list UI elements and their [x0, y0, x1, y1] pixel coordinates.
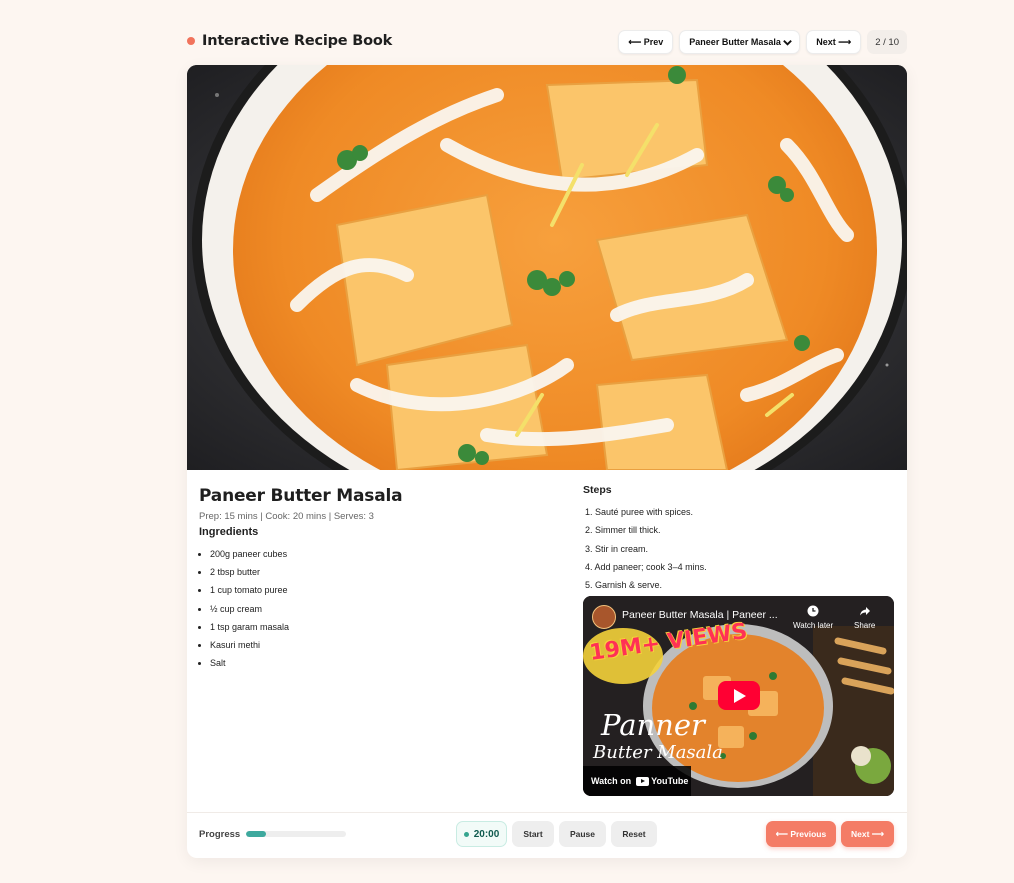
brand: Interactive Recipe Book — [187, 33, 392, 49]
channel-avatar[interactable] — [592, 605, 616, 629]
overlay-title-line2: Butter Masala — [593, 742, 723, 763]
brand-dot-icon — [187, 37, 195, 45]
reset-button[interactable]: Reset — [611, 821, 657, 847]
footer-bar: Progress 20:00 Start Pause Reset ⟵ Previ… — [187, 812, 907, 858]
recipe-meta: Prep: 15 mins | Cook: 20 mins | Serves: … — [199, 511, 374, 522]
ingredient-item: 1 cup tomato puree — [210, 583, 289, 601]
timer-value: 20:00 — [473, 828, 500, 840]
next-button[interactable]: Next ⟶ — [806, 30, 862, 54]
clock-icon — [807, 605, 819, 617]
youtube-play-icon — [636, 776, 650, 786]
prev-button[interactable]: ⟵ Prev — [618, 30, 674, 54]
recipe-nav: ⟵ Prev Paneer Butter Masala Next ⟶ 2 / 1… — [618, 30, 907, 54]
timer-display: 20:00 — [456, 821, 507, 847]
watch-later-label: Watch later — [793, 621, 834, 630]
video-embed[interactable]: Paneer Butter Masala | Paneer ... Watch … — [583, 596, 894, 796]
step-item: 1. Sauté puree with spices. — [585, 507, 694, 517]
chevron-down-icon — [783, 39, 793, 46]
next-step-button[interactable]: Next ⟶ — [841, 821, 894, 847]
steps-list: 1. Sauté puree with spices. 2. Simmer ti… — [585, 506, 707, 597]
share-button[interactable]: Share — [854, 605, 875, 630]
ingredient-item: Salt — [210, 656, 289, 674]
ingredient-item: ½ cup cream — [210, 602, 289, 620]
ingredient-item: 1 tsp garam masala — [210, 620, 289, 638]
start-button[interactable]: Start — [512, 821, 554, 847]
share-icon — [859, 607, 870, 616]
play-icon[interactable] — [718, 681, 760, 710]
ingredient-item: Kasuri methi — [210, 638, 289, 656]
steps-heading: Steps — [583, 484, 612, 496]
pause-button[interactable]: Pause — [559, 821, 606, 847]
step-item: 2. Simmer till thick. — [585, 525, 661, 536]
progress-bar — [246, 831, 346, 837]
youtube-logo: YouTube — [636, 776, 688, 786]
ingredient-item: 200g paneer cubes — [210, 547, 289, 565]
recipe-title: Paneer Butter Masala — [199, 486, 403, 506]
header: Interactive Recipe Book ⟵ Prev Paneer Bu… — [187, 29, 907, 57]
timer-dot-icon — [463, 831, 469, 837]
step-item: 4. Add paneer; cook 3–4 mins. — [585, 561, 707, 572]
recipe-counter: 2 / 10 — [867, 30, 907, 54]
watch-on-youtube-link[interactable]: Watch on YouTube — [583, 766, 691, 796]
progress-label: Progress — [199, 829, 241, 840]
ingredients-heading: Ingredients — [199, 526, 259, 538]
food-image — [187, 65, 907, 470]
step-item: 5. Garnish & serve. — [585, 580, 663, 591]
recipe-hero-image — [187, 65, 907, 470]
step-item: 3. Stir in cream. — [585, 543, 649, 554]
ingredient-item: 2 tbsp butter — [210, 565, 289, 583]
recipe-select-value: Paneer Butter Masala — [689, 37, 781, 47]
app-title: Interactive Recipe Book — [202, 33, 393, 49]
ingredients-list: 200g paneer cubes 2 tbsp butter 1 cup to… — [210, 547, 289, 674]
progress-fill — [246, 831, 266, 837]
video-title[interactable]: Paneer Butter Masala | Paneer ... — [622, 609, 778, 621]
recipe-select[interactable]: Paneer Butter Masala — [679, 30, 801, 54]
share-label: Share — [854, 621, 876, 630]
youtube-wordmark: YouTube — [651, 776, 689, 786]
recipe-card: Paneer Butter Masala Prep: 15 mins | Coo… — [187, 65, 907, 858]
watch-on-label: Watch on — [591, 776, 632, 786]
watch-later-button[interactable]: Watch later — [793, 605, 833, 630]
overlay-title-line1: Panner — [601, 708, 705, 742]
previous-step-button[interactable]: ⟵ Previous — [766, 821, 836, 847]
